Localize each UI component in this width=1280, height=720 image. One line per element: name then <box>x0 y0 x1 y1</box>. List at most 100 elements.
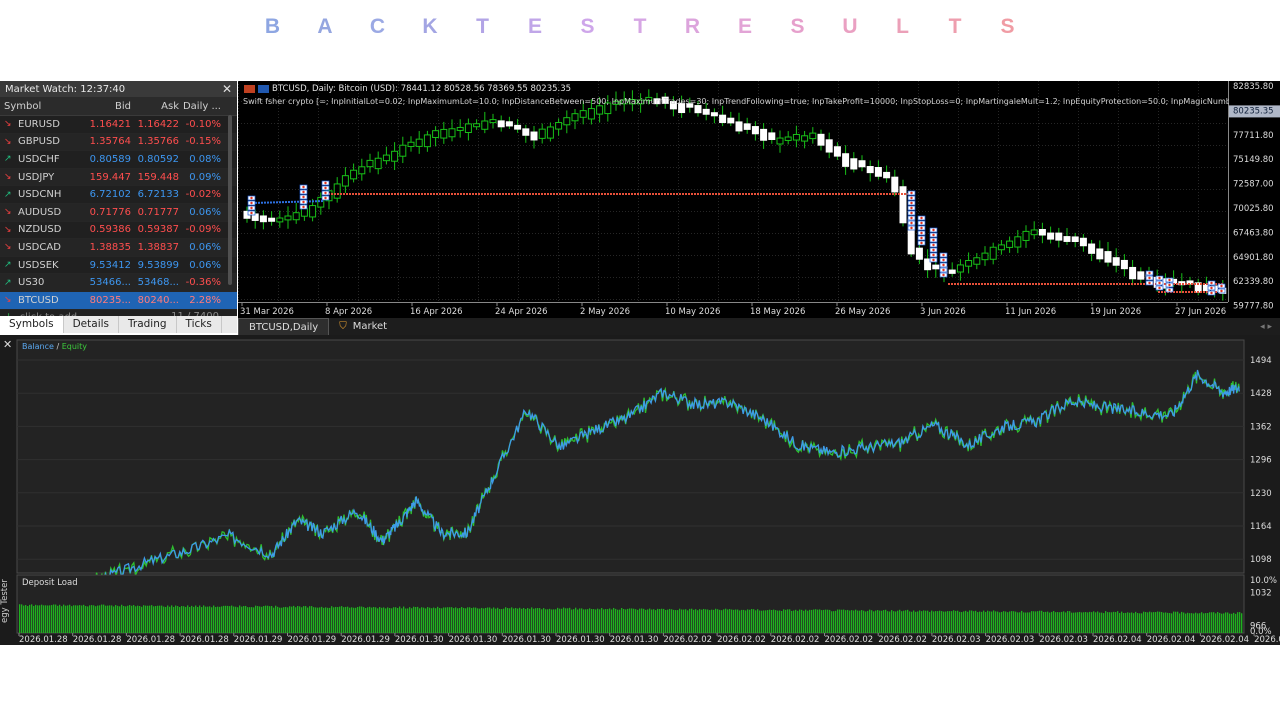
title-letter: L <box>896 15 909 38</box>
ask-cell: 9.53899 <box>137 259 179 271</box>
symbol-row-usdcad[interactable]: ↘ USDCAD 1.38835 1.38837 0.06% <box>0 239 237 257</box>
symbol-cell: ↘ USDCAD <box>0 242 86 253</box>
balance-y-label: 1032 <box>1250 588 1272 598</box>
bag-icon: ⛉ <box>339 321 347 332</box>
tab-market[interactable]: ⛉ Market <box>329 318 397 335</box>
market-watch-panel: Market Watch: 12:37:40 ✕ Symbol Bid Ask … <box>0 81 237 333</box>
column-bid[interactable]: Bid <box>86 101 131 112</box>
symbol-row-us30[interactable]: ↗ US30 53466... 53468... -0.36% <box>0 274 237 292</box>
bid-cell: 0.71776 <box>89 206 131 218</box>
chart-settings-icon[interactable] <box>258 85 269 93</box>
legend-equity: Equity <box>61 342 87 351</box>
tester-date-label: 2026.02.04 <box>1147 635 1196 645</box>
tabs-scroll-arrows[interactable]: ◂ ▸ <box>1260 322 1272 332</box>
scrollbar[interactable] <box>228 115 232 285</box>
symbol-name: GBPUSD <box>18 136 61 148</box>
tester-date-label: 2026.01.29 <box>288 635 337 645</box>
symbol-name: AUDUSD <box>18 206 62 218</box>
tester-date-label: 2026.02.02 <box>663 635 712 645</box>
bid-cell: 53466... <box>89 277 131 289</box>
tester-date-label: 2026.01.29 <box>234 635 283 645</box>
price-chart-canvas[interactable]: 82835.80 80235.35 77711.80 75149.80 72587.00… <box>238 81 1280 318</box>
symbol-row-audusd[interactable]: ↘ AUDUSD 0.71776 0.71777 0.06% <box>0 203 237 222</box>
chart-grid <box>238 81 1228 302</box>
ask-cell: 0.59387 <box>137 224 179 236</box>
arrow-down-right-icon: ↘ <box>4 224 12 235</box>
price-axis: 82835.80 80235.35 77711.80 75149.80 72587.00… <box>1229 82 1280 312</box>
tab-details[interactable]: Details <box>64 316 119 333</box>
date-label: 19 Jun 2026 <box>1090 307 1141 317</box>
balance-y-label: 1362 <box>1250 422 1272 432</box>
title-letter: E <box>737 15 752 38</box>
daily-change-cell: -0.10% <box>185 118 221 130</box>
bid-cell: 159.447 <box>89 171 131 183</box>
arrow-up-right-icon: ↗ <box>4 189 12 200</box>
chart-tabs: BTCUSD,Daily ⛉ Market ◂ ▸ <box>238 317 1280 336</box>
tester-date-label: 2026.02.02 <box>878 635 927 645</box>
price-chart[interactable]: 82835.80 80235.35 77711.80 75149.80 72587.00… <box>238 81 1280 318</box>
price-label: 62339.80 <box>1233 277 1274 287</box>
ask-cell: 1.35766 <box>137 136 179 148</box>
tab-ticks[interactable]: Ticks <box>177 316 222 333</box>
tester-date-label: 2026.01.28 <box>73 635 122 645</box>
symbol-row-btcusd[interactable]: ↘ BTCUSD 80235... 80240... 2.28% <box>0 291 237 310</box>
symbol-row-usdcnh[interactable]: ↗ USDCNH 6.72102 6.72133 -0.02% <box>0 186 237 204</box>
tester-date-label: 2026.02.02 <box>717 635 766 645</box>
tab-trading[interactable]: Trading <box>119 316 177 333</box>
bid-cell: 1.16421 <box>89 118 131 130</box>
tester-date-label: 2026.02.04 <box>1093 635 1142 645</box>
balance-chart-canvas: 14941428136212961230116410981032966Depos… <box>16 339 1280 645</box>
expert-parameters: Swift fsher crypto [=; InpInitialLot=0.0… <box>243 97 1229 106</box>
symbol-row-gbpusd[interactable]: ↘ GBPUSD 1.35764 1.35766 -0.15% <box>0 133 237 152</box>
daily-change-cell: 0.06% <box>189 206 221 218</box>
symbol-row-usdchf[interactable]: ↗ USDCHF 0.80589 0.80592 0.08% <box>0 151 237 169</box>
symbol-cell: ↘ AUDUSD <box>0 207 86 218</box>
title-letter: K <box>422 15 438 38</box>
column-daily-change[interactable]: Daily ... <box>179 101 224 112</box>
symbol-cell: ↗ US30 <box>0 277 86 288</box>
symbol-row-usdsek[interactable]: ↗ USDSEK 9.53412 9.53899 0.06% <box>0 257 237 275</box>
daily-change-cell: 0.06% <box>189 241 221 253</box>
date-label: 27 Jun 2026 <box>1175 307 1226 317</box>
daily-change-cell: 0.06% <box>189 259 221 271</box>
arrow-down-right-icon: ↘ <box>4 207 12 218</box>
symbol-name: USDCNH <box>18 189 62 201</box>
close-icon[interactable]: ✕ <box>3 338 12 351</box>
tester-date-label: 2026.02.04 <box>1254 635 1280 645</box>
tester-date-label: 2026.02.04 <box>1200 635 1249 645</box>
tester-date-label: 2026.01.28 <box>19 635 68 645</box>
close-icon[interactable]: ✕ <box>222 82 232 96</box>
symbol-name: USDCHF <box>18 153 60 165</box>
tab-symbols[interactable]: Symbols <box>0 316 64 333</box>
bid-cell: 1.35764 <box>89 136 131 148</box>
symbol-name: USDJPY <box>18 171 55 183</box>
symbol-row-nzdusd[interactable]: ↘ NZDUSD 0.59386 0.59387 -0.09% <box>0 222 237 240</box>
column-symbol[interactable]: Symbol <box>0 101 86 112</box>
title-letter: S <box>1000 15 1015 38</box>
market-watch-tabs: Symbols Details Trading Ticks <box>0 316 237 333</box>
symbol-name: USDSEK <box>18 259 59 271</box>
tester-date-label: 2026.02.03 <box>986 635 1035 645</box>
deposit-y-label: 10.0% <box>1250 576 1277 586</box>
balance-equity-legend: Balance / Equity <box>22 342 87 351</box>
title-letter: T <box>948 15 962 38</box>
symbol-name: NZDUSD <box>18 224 62 236</box>
title-letter: E <box>527 15 542 38</box>
legend-balance: Balance <box>22 342 54 351</box>
chart-type-icon[interactable] <box>244 85 255 93</box>
bid-cell: 0.80589 <box>89 153 131 165</box>
date-label: 24 Apr 2026 <box>495 307 548 317</box>
title-letter: U <box>842 15 858 38</box>
price-label: 75149.80 <box>1233 155 1274 165</box>
daily-change-cell: -0.15% <box>185 136 221 148</box>
symbol-cell: ↘ BTCUSD <box>0 295 86 306</box>
tab-btcusd-daily[interactable]: BTCUSD,Daily <box>238 317 330 336</box>
symbol-row-usdjpy[interactable]: ↘ USDJPY 159.447 159.448 0.09% <box>0 168 237 187</box>
price-label: 77711.80 <box>1233 131 1274 141</box>
column-ask[interactable]: Ask <box>131 101 179 112</box>
tester-date-label: 2026.01.28 <box>126 635 175 645</box>
daily-change-cell: 0.09% <box>189 171 221 183</box>
daily-change-cell: -0.36% <box>185 277 221 289</box>
title-letter: T <box>633 15 647 38</box>
symbol-row-eurusd[interactable]: ↘ EURUSD 1.16421 1.16422 -0.10% <box>0 116 237 134</box>
